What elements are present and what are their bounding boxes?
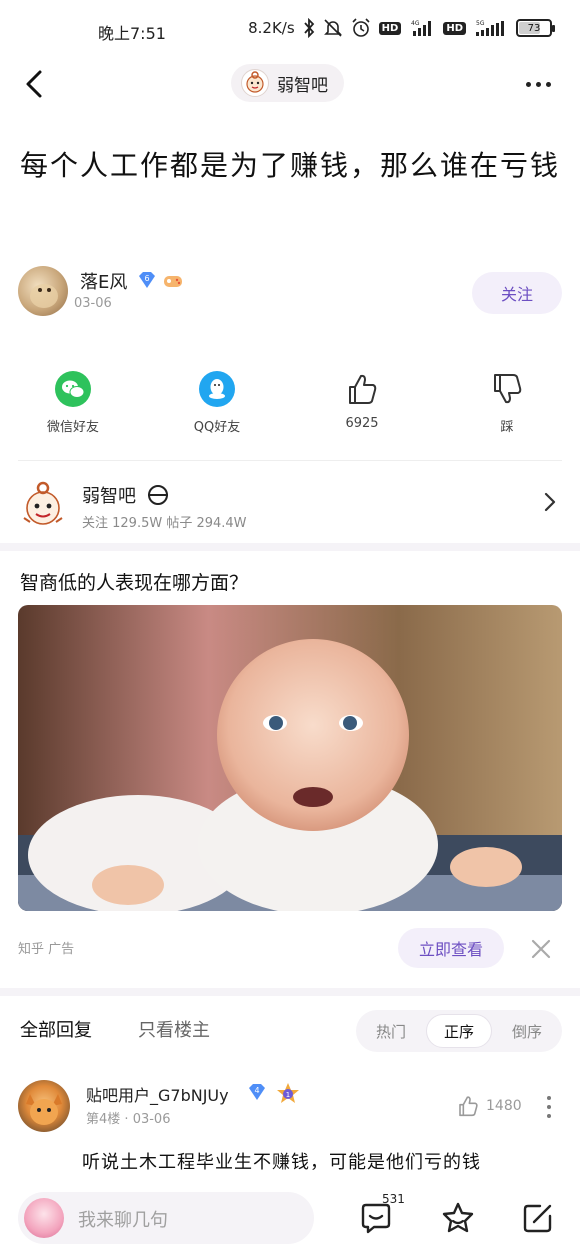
user-avatar [24, 1198, 64, 1238]
comment-date: 03-06 [132, 1112, 171, 1127]
like-count: 6925 [345, 416, 379, 431]
comment-item: 贴吧用户_G7bNJUy 4 1 第4楼 · 03-06 1480 听说土木工程… [0, 1080, 580, 1190]
author-row: 落E风 6 03-06 关注 [18, 266, 562, 318]
reply-input[interactable]: 我来聊几句 [18, 1192, 314, 1244]
forum-card-name: 弱智吧 [82, 486, 136, 507]
svg-text:5G: 5G [476, 20, 485, 27]
ad-cta-button[interactable]: 立即查看 [398, 928, 504, 968]
comment-badge-number: 1 [286, 1091, 290, 1099]
forum-verified-icon [146, 483, 170, 507]
comment-username[interactable]: 贴吧用户_G7bNJUy [86, 1082, 229, 1106]
ad-source: 知乎 广告 [18, 942, 75, 957]
thumbs-down-icon [488, 370, 526, 408]
comment-avatar[interactable] [18, 1080, 70, 1132]
wechat-icon [54, 370, 92, 408]
more-dot-icon [525, 81, 531, 87]
mute-bell-icon [323, 18, 343, 38]
star-rank-badge-icon: 1 [276, 1082, 300, 1108]
alarm-icon [351, 18, 371, 38]
chevron-right-icon [540, 490, 560, 514]
sort-asc[interactable]: 正序 [426, 1014, 492, 1048]
svg-text:4G: 4G [411, 20, 420, 27]
edit-icon[interactable] [520, 1200, 556, 1236]
reply-placeholder: 我来聊几句 [78, 1210, 168, 1231]
star-icon[interactable] [440, 1200, 476, 1236]
more-dot-icon [535, 81, 541, 87]
share-wechat-button[interactable]: 微信好友 [18, 370, 128, 435]
close-icon[interactable] [530, 938, 552, 960]
ad-footer: 知乎 广告 立即查看 [0, 928, 580, 968]
battery-icon: 73 [516, 19, 555, 37]
game-badge-icon [162, 270, 184, 290]
thumbs-up-icon [343, 370, 381, 408]
comment-level: 4 [254, 1086, 259, 1095]
post-title: 每个人工作都是为了赚钱，那么谁在亏钱 [20, 149, 561, 182]
network-speed: 8.2K/s [248, 19, 295, 37]
level-badge-icon: 6 [136, 270, 158, 290]
signal-5g-icon: 5G [474, 19, 508, 37]
sort-toggle: 热门 正序 倒序 [356, 1010, 562, 1052]
comment-like-count: 1480 [486, 1098, 522, 1114]
section-gap [0, 988, 580, 996]
comment-badges: 4 1 [246, 1082, 300, 1108]
level-badge-icon: 4 [246, 1082, 268, 1108]
hd-badge: HD [378, 21, 402, 35]
bluetooth-icon [303, 18, 315, 38]
reply-count: 531 [382, 1192, 405, 1206]
back-arrow-icon [26, 70, 42, 98]
author-badges: 6 [136, 270, 184, 290]
ad-title[interactable]: 智商低的人表现在哪方面？ [20, 568, 248, 595]
like-button[interactable]: 6925 [307, 370, 417, 431]
more-dot-icon [547, 1114, 551, 1118]
author-name[interactable]: 落E风 [80, 268, 127, 294]
forum-pill-name: 弱智吧 [277, 75, 328, 96]
ad-image[interactable] [18, 605, 562, 911]
more-dot-icon [547, 1096, 551, 1100]
share-wechat-label: 微信好友 [46, 420, 99, 435]
forum-pill[interactable]: 弱智吧 [231, 64, 344, 102]
dislike-button[interactable]: 踩 [452, 370, 562, 435]
divider [18, 460, 562, 461]
comment-more-button[interactable] [546, 1096, 552, 1118]
hd-badge-2: HD [443, 21, 466, 35]
qq-icon [198, 370, 236, 408]
back-button[interactable] [18, 66, 54, 102]
sort-desc[interactable]: 倒序 [494, 1014, 560, 1048]
share-qq-label: QQ好友 [193, 420, 241, 435]
more-options-button[interactable] [518, 68, 558, 100]
forum-logo-icon [241, 69, 269, 97]
forum-card[interactable]: 弱智吧 关注 129.5W 帖子 294.4W [0, 470, 580, 542]
more-dot-icon [545, 81, 551, 87]
author-level: 6 [144, 274, 149, 283]
forum-card-stats: 关注 129.5W 帖子 294.4W [82, 516, 247, 531]
dislike-label: 踩 [500, 420, 514, 435]
share-qq-button[interactable]: QQ好友 [162, 370, 272, 435]
status-bar: 晚上7:51 8.2K/s HD 4G HD 5G 73 [0, 0, 580, 60]
reply-tabs: 全部回复 只看楼主 热门 正序 倒序 [0, 1010, 580, 1054]
nav-bar: 弱智吧 [0, 58, 580, 110]
section-gap [0, 543, 580, 551]
author-avatar[interactable] [18, 266, 68, 316]
sort-hot[interactable]: 热门 [358, 1014, 424, 1048]
thumbs-up-icon [459, 1096, 478, 1117]
share-row: 微信好友 QQ好友 6925 踩 [0, 370, 580, 442]
bottom-bar: 我来聊几句 531 [0, 1180, 580, 1257]
more-dot-icon [547, 1105, 551, 1109]
forum-logo-icon [18, 478, 68, 530]
comment-floor: 第4楼 [86, 1112, 121, 1127]
comment-meta: 第4楼 · 03-06 [86, 1112, 171, 1127]
tab-all-replies[interactable]: 全部回复 [20, 1016, 92, 1042]
battery-level: 73 [527, 22, 541, 34]
comment-like-button[interactable]: 1480 [456, 1094, 522, 1118]
tab-owner-only[interactable]: 只看楼主 [138, 1016, 210, 1042]
follow-button[interactable]: 关注 [472, 272, 562, 314]
signal-4g-icon: 4G [409, 19, 435, 37]
comment-text: 听说土木工程毕业生不赚钱，可能是他们亏的钱 [82, 1152, 481, 1173]
status-icons: 8.2K/s HD 4G HD 5G 73 [248, 18, 555, 38]
post-date: 03-06 [74, 296, 112, 311]
status-time: 晚上7:51 [98, 24, 166, 43]
